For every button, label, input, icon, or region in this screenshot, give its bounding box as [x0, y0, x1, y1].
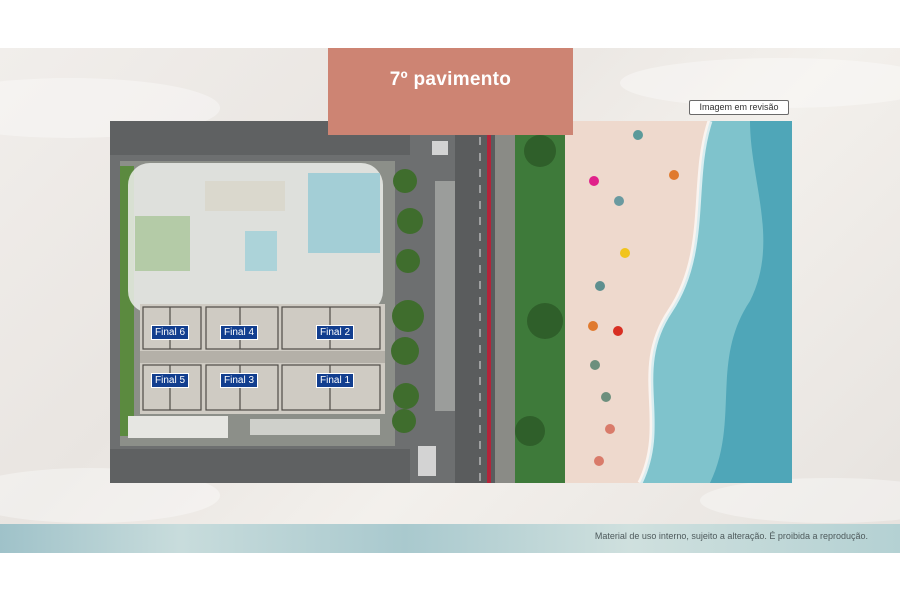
footer-note: Material de uso interno, sujeito a alter…: [594, 531, 868, 541]
site-plan: Final 6 Final 4 Final 2 Final 5 Final 3 …: [110, 121, 792, 483]
title-banner: 7º pavimento: [328, 48, 573, 135]
unit-label-final-3[interactable]: Final 3: [220, 373, 259, 388]
page-title: 7º pavimento: [389, 68, 512, 90]
footer-band: Material de uso interno, sujeito a alter…: [0, 524, 900, 553]
unit-label-final-4[interactable]: Final 4: [220, 325, 259, 340]
site-plan-drawing: [110, 121, 792, 483]
unit-label-final-5[interactable]: Final 5: [151, 373, 190, 388]
unit-label-final-1[interactable]: Final 1: [316, 373, 355, 388]
review-badge: Imagem em revisão: [689, 100, 789, 115]
unit-label-final-6[interactable]: Final 6: [151, 325, 190, 340]
unit-label-final-2[interactable]: Final 2: [316, 325, 355, 340]
